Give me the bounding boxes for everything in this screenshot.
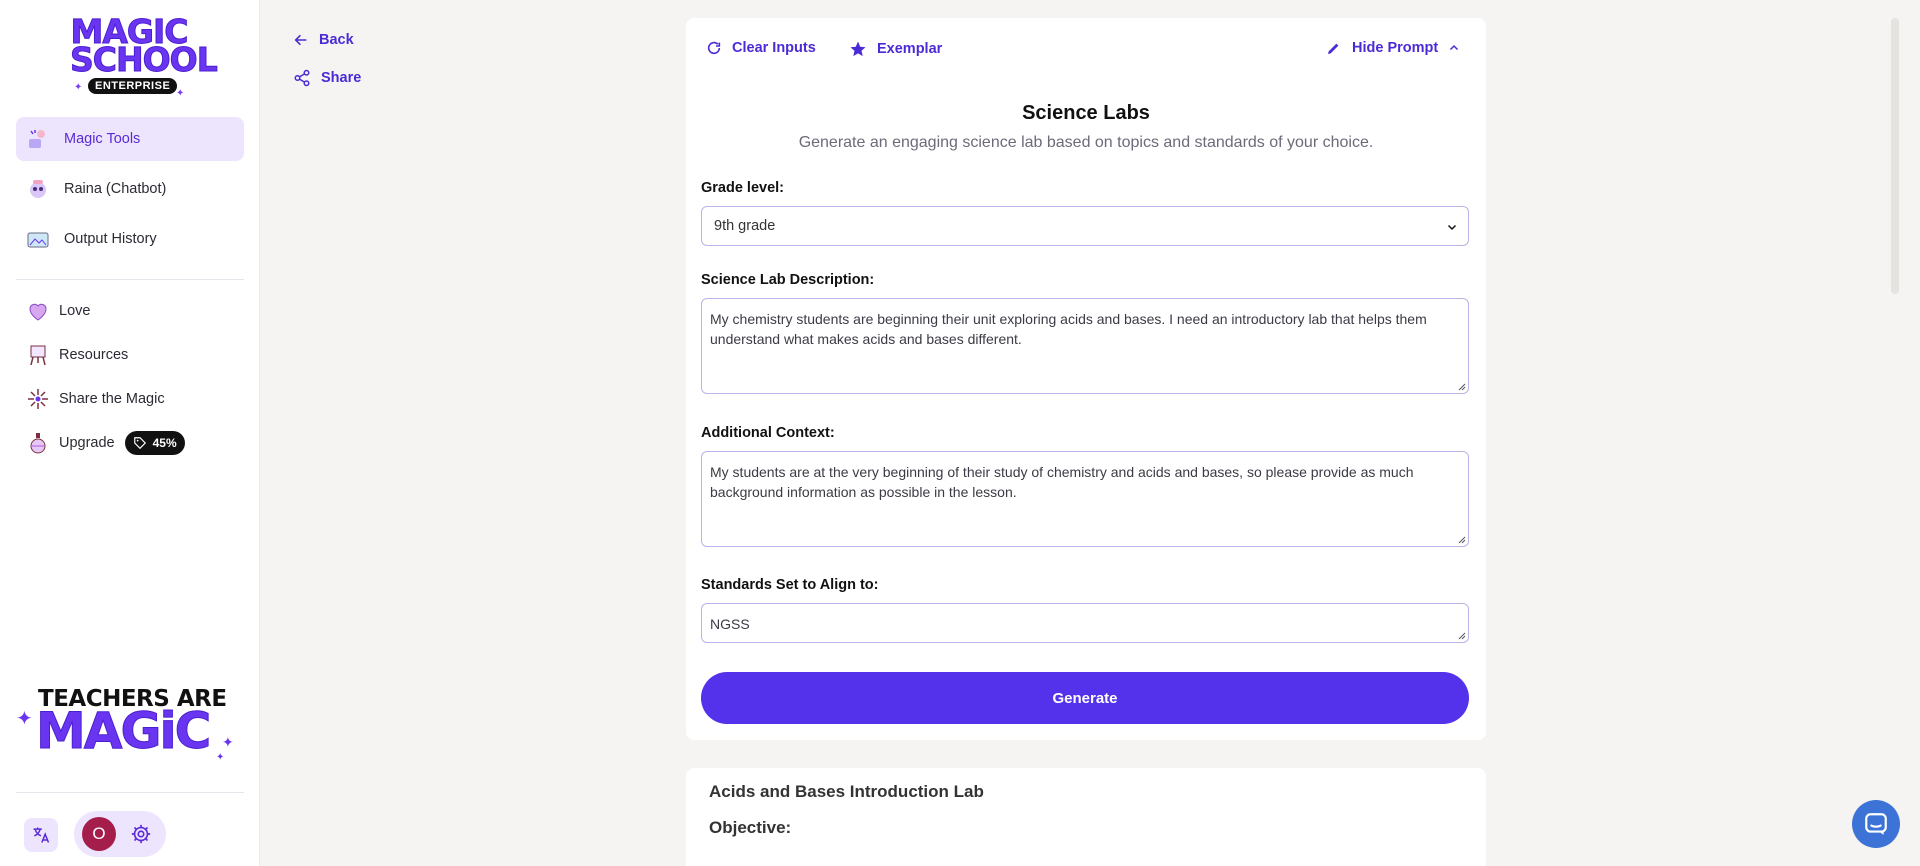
promo-line-2: MAGiC [35,702,211,760]
easel-icon [26,343,50,367]
share-icon [294,69,310,87]
divider [16,792,244,793]
robot-icon [26,177,50,201]
sparkle-icon: ✦ [16,708,33,730]
output-section-heading: Objective: [709,818,792,837]
sidebar-item-label: Love [59,303,91,319]
gear-icon[interactable] [130,823,152,850]
resize-handle-icon[interactable] [1456,381,1466,391]
resize-handle-icon[interactable] [1456,630,1466,640]
chevron-up-icon [1450,44,1459,51]
user-menu[interactable]: O [74,811,166,857]
clear-inputs-button[interactable]: Clear Inputs [706,40,816,56]
description-value: My chemistry students are beginning thei… [710,311,1427,347]
sidebar-item-magic-tools[interactable]: Magic Tools [16,117,244,161]
grade-level-value: 9th grade [714,218,776,234]
sidebar-item-label: Resources [59,347,129,363]
context-textarea[interactable]: My students are at the very beginning of… [701,451,1469,547]
sidebar-item-upgrade[interactable]: Upgrade 45% [16,424,244,462]
page-subtitle: Generate an engaging science lab based o… [798,134,1374,151]
hide-prompt-label: Hide Prompt [1352,40,1439,56]
sparkle-icon: ✦ [216,752,225,763]
sidebar-item-label: Output History [64,231,157,247]
sidebar-item-share-the-magic[interactable]: Share the Magic [16,380,244,418]
avatar[interactable]: O [82,817,116,851]
language-button[interactable] [24,818,58,852]
sparkle-icon: ✦ [74,82,83,93]
refresh-icon [707,41,721,55]
sidebar-item-resources[interactable]: Resources [16,336,244,374]
sidebar-item-label: Share the Magic [59,391,165,407]
potion-icon [26,431,50,455]
page-title: Science Labs [1022,102,1150,124]
magic-school-logo[interactable]: MAGIC SCHOOL ENTERPRISE ✦ ✦ [70,15,219,100]
tag-icon [133,437,146,450]
sidebar: MAGIC SCHOOL ENTERPRISE ✦ ✦ Magic Tools … [0,0,260,866]
sparkle-icon [26,387,50,411]
history-icon [26,227,50,251]
output-title: Acids and Bases Introduction Lab [709,782,984,801]
back-label: Back [319,32,354,48]
pencil-icon [1328,42,1340,54]
tool-form-card: Clear Inputs Exemplar Hide Prompt Scienc… [686,18,1486,740]
back-link[interactable]: Back [293,32,354,48]
hide-prompt-button[interactable]: Hide Prompt [1326,40,1460,56]
sidebar-item-label: Raina (Chatbot) [64,181,167,197]
description-label: Science Lab Description: [701,272,875,288]
star-icon [850,41,866,57]
translate-icon [33,827,50,843]
discount-badge: 45% [124,431,185,455]
context-value: My students are at the very beginning of… [710,464,1414,500]
magic-tools-icon [26,127,50,151]
exemplar-button[interactable]: Exemplar [849,40,942,58]
scrollbar[interactable] [1891,18,1899,294]
primary-nav: Magic Tools Raina (Chatbot) Output Histo… [16,117,244,267]
share-label: Share [321,70,362,86]
sidebar-item-output-history[interactable]: Output History [16,217,244,261]
exemplar-label: Exemplar [877,41,943,57]
grade-level-select[interactable]: 9th grade [701,206,1469,246]
share-link[interactable]: Share [293,69,361,87]
discount-value: 45% [152,436,177,450]
standards-input[interactable]: NGSS [701,603,1469,643]
grade-level-label: Grade level: [701,180,785,196]
generate-button[interactable]: Generate [701,672,1469,724]
teachers-are-magic-promo: ✦ ✦ ✦ TEACHERS ARE MAGiC [16,686,240,766]
sparkle-icon: ✦ [222,734,234,750]
clear-inputs-label: Clear Inputs [732,40,816,56]
sidebar-item-love[interactable]: Love [16,292,244,330]
sidebar-item-label: Upgrade [59,435,115,451]
divider [16,279,244,280]
description-textarea[interactable]: My chemistry students are beginning thei… [701,298,1469,394]
secondary-nav: Love Resources Share the Magic Upgrade 4… [16,292,244,468]
arrow-left-icon [294,34,307,46]
output-card: Acids and Bases Introduction Lab Objecti… [686,768,1486,866]
sidebar-item-raina-chatbot[interactable]: Raina (Chatbot) [16,167,244,211]
enterprise-badge: ENTERPRISE [88,78,178,94]
resize-handle-icon[interactable] [1456,534,1466,544]
chevron-down-icon [1447,224,1457,231]
sidebar-item-label: Magic Tools [64,131,141,147]
standards-label: Standards Set to Align to: [701,577,879,593]
heart-icon [26,299,50,323]
support-chat-button[interactable] [1852,800,1900,848]
standards-value: NGSS [710,616,750,632]
logo-line-2: SCHOOL [70,40,219,79]
chat-icon [1865,813,1887,835]
sparkle-icon: ✦ [176,88,185,99]
context-label: Additional Context: [701,425,835,441]
